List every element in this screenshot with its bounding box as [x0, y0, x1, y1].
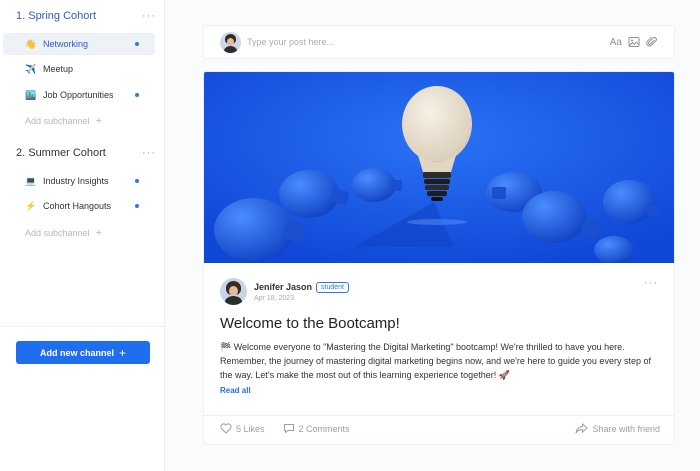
comment-button[interactable]: 2 Comments: [283, 423, 350, 434]
role-badge: student: [316, 281, 349, 293]
add-channel-label: Add new channel: [39, 347, 114, 358]
plus-icon: +: [119, 345, 127, 360]
more-icon[interactable]: ···: [644, 277, 658, 289]
share-icon: [575, 423, 589, 434]
share-button[interactable]: Share with friend: [575, 423, 660, 434]
city-icon: 🏙️: [25, 89, 37, 100]
add-subchannel-button[interactable]: Add subchannel +: [25, 115, 102, 127]
cohort-header-summer[interactable]: 2. Summer Cohort ···: [16, 147, 156, 159]
unread-dot: [135, 204, 139, 208]
avatar: [220, 31, 241, 53]
wave-icon: 👋: [25, 38, 37, 49]
post-title: Welcome to the Bootcamp!: [220, 315, 400, 332]
channel-label: Cohort Hangouts: [43, 201, 112, 211]
sidebar: 1. Spring Cohort ··· 👋 Networking ✈️ Mee…: [0, 0, 165, 471]
divider: [0, 326, 165, 327]
post-actions: 5 Likes 2 Comments Share with friend: [220, 423, 660, 434]
attachment-icon[interactable]: [646, 36, 658, 48]
comment-icon: [283, 424, 294, 434]
channel-item-meetup[interactable]: ✈️ Meetup: [3, 58, 155, 80]
unread-dot: [135, 179, 139, 183]
channel-label: Networking: [43, 39, 89, 49]
unread-dot: [135, 42, 139, 46]
channel-label: Job Opportunities: [43, 90, 114, 100]
avatar[interactable]: [220, 278, 247, 305]
unread-dot: [135, 93, 139, 97]
post-author[interactable]: Jenifer Jason student Apr 18, 2023: [220, 278, 349, 305]
post-input[interactable]: Type your post here...: [247, 37, 610, 47]
channel-label: Meetup: [43, 64, 74, 74]
channel-label: Industry Insights: [43, 176, 109, 186]
channel-item-job-opportunities[interactable]: 🏙️ Job Opportunities: [3, 84, 155, 106]
laptop-icon: 💻: [25, 175, 37, 186]
post-hero-image: [204, 72, 674, 263]
image-icon[interactable]: [628, 36, 640, 48]
heart-icon: [220, 423, 232, 434]
cohort-title[interactable]: 2. Summer Cohort: [16, 147, 106, 159]
plus-icon: +: [95, 227, 102, 239]
post-body: 🏁 Welcome everyone to "Mastering the Dig…: [220, 342, 651, 380]
divider: [204, 415, 674, 416]
like-button[interactable]: 5 Likes: [220, 423, 265, 434]
text-format-icon[interactable]: Aa: [610, 36, 622, 48]
add-subchannel-label: Add subchannel: [25, 116, 90, 126]
read-all-link[interactable]: Read all: [220, 386, 251, 395]
lightning-icon: ⚡: [25, 200, 37, 211]
airplane-icon: ✈️: [25, 63, 37, 74]
cohort-header-spring[interactable]: 1. Spring Cohort ···: [16, 10, 156, 22]
post-composer[interactable]: Type your post here... Aa: [203, 25, 675, 59]
add-subchannel-button[interactable]: Add subchannel +: [25, 227, 102, 239]
author-name[interactable]: Jenifer Jason: [254, 282, 312, 292]
plus-icon: +: [95, 115, 102, 127]
post-card: Jenifer Jason student Apr 18, 2023 ··· W…: [203, 71, 675, 445]
channel-item-networking[interactable]: 👋 Networking: [3, 33, 155, 55]
channel-item-industry-insights[interactable]: 💻 Industry Insights: [3, 170, 155, 192]
comments-count: 2 Comments: [298, 423, 350, 434]
likes-count: 5 Likes: [236, 423, 265, 434]
add-subchannel-label: Add subchannel: [25, 228, 90, 238]
post-date: Apr 18, 2023: [254, 294, 295, 302]
more-icon[interactable]: ···: [142, 10, 156, 22]
more-icon[interactable]: ···: [142, 147, 156, 159]
share-label: Share with friend: [592, 423, 660, 434]
cohort-title[interactable]: 1. Spring Cohort: [16, 10, 96, 22]
add-new-channel-button[interactable]: Add new channel +: [16, 341, 150, 364]
channel-item-cohort-hangouts[interactable]: ⚡ Cohort Hangouts: [3, 195, 155, 217]
